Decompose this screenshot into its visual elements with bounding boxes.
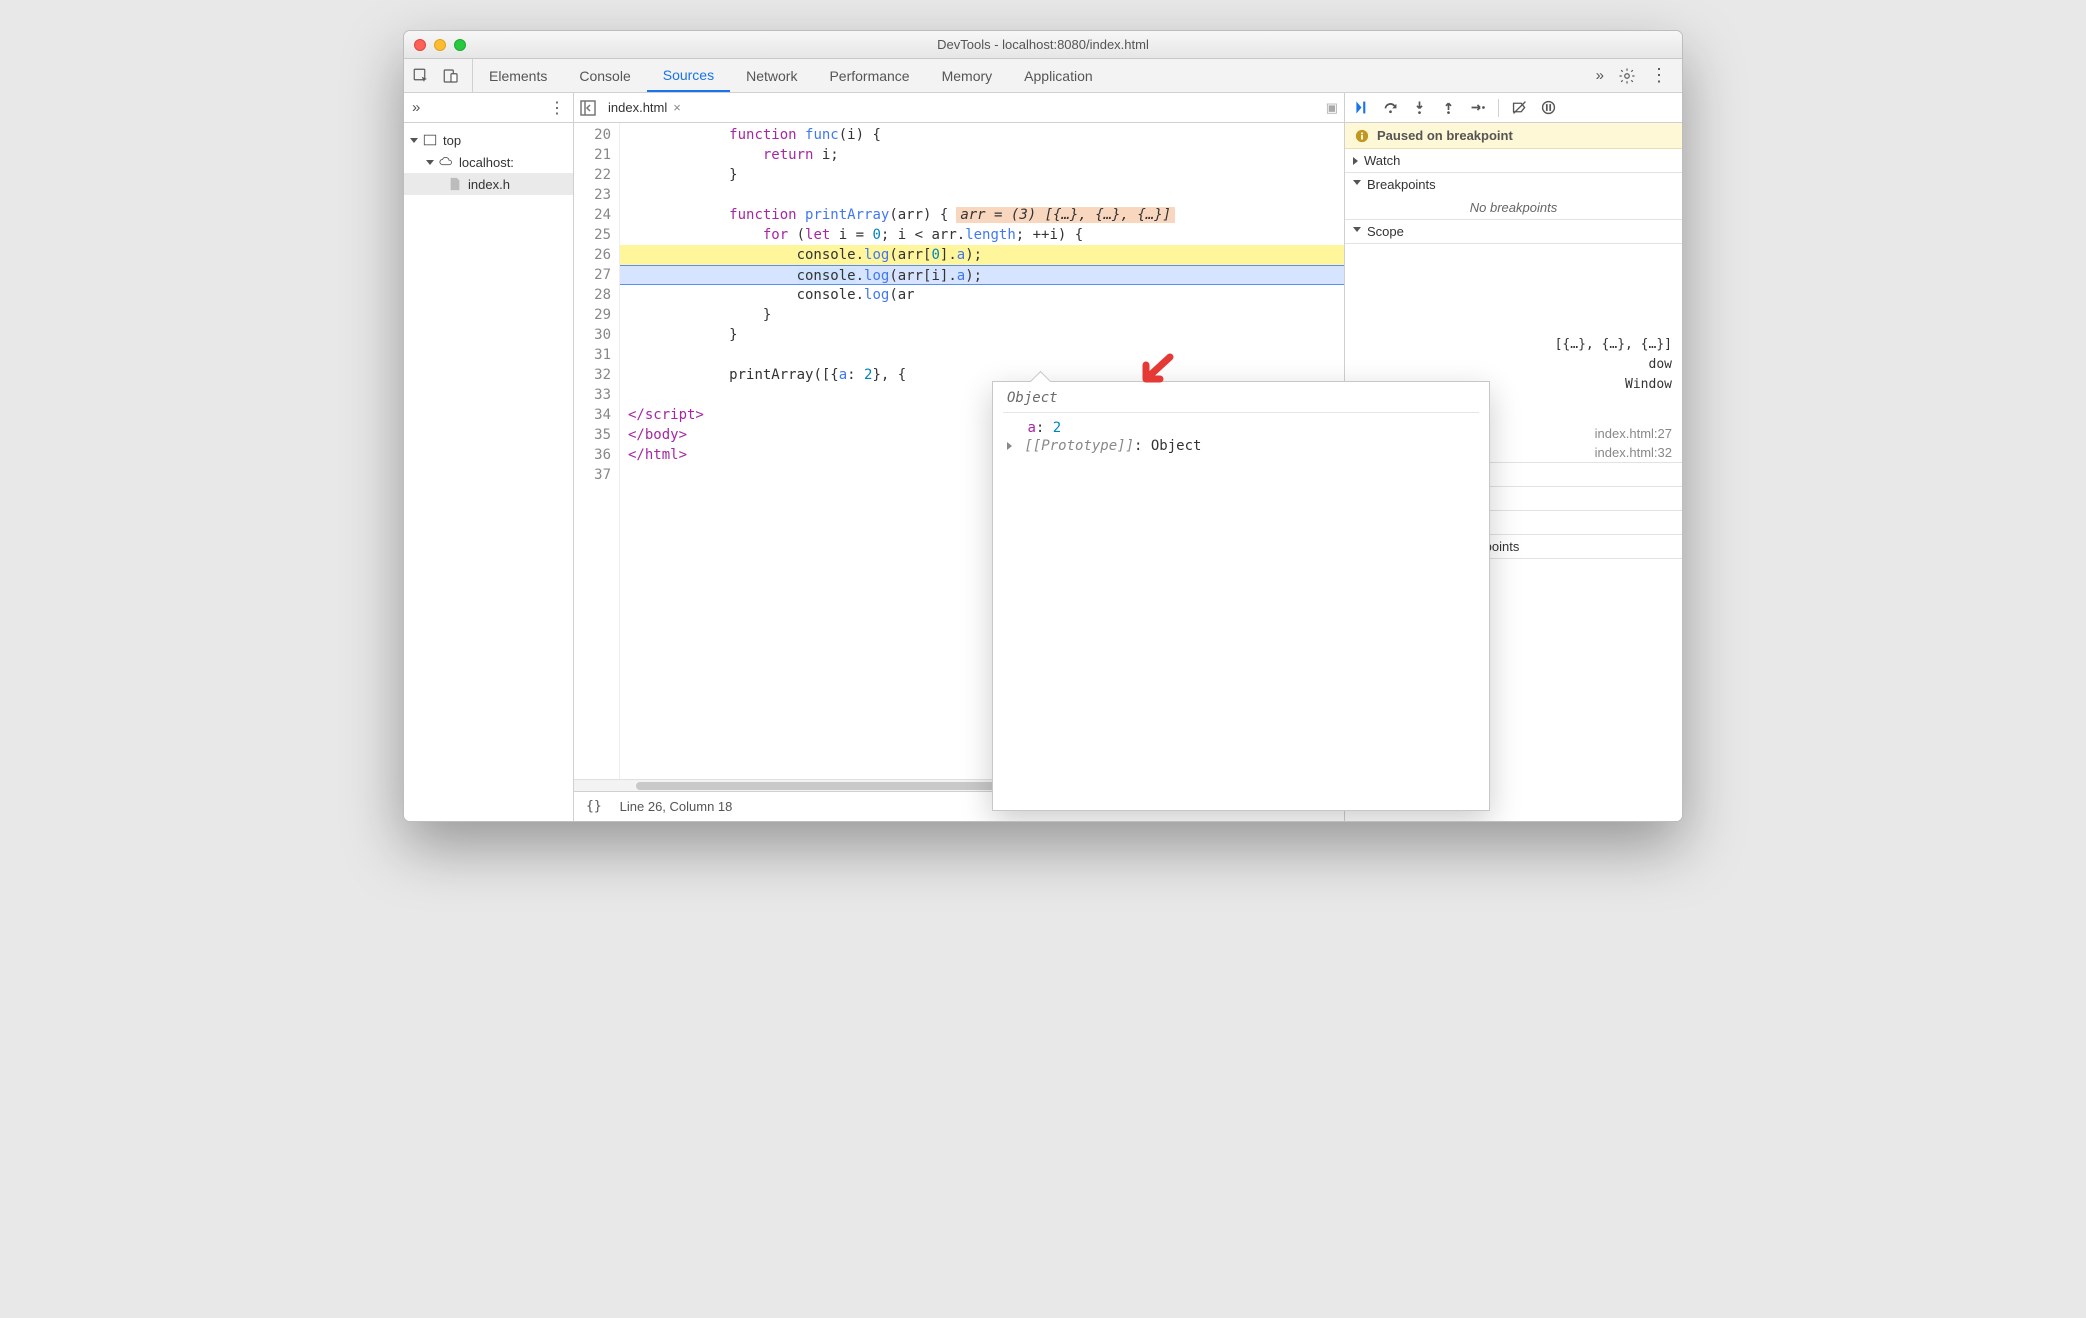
settings-gear-icon[interactable] [1618,67,1636,85]
code-line[interactable]: console.log(arr[0].a); [620,245,1344,265]
toggle-navigator-icon[interactable] [580,100,596,116]
panel-tab-application[interactable]: Application [1008,59,1109,92]
section-label: Scope [1367,224,1404,239]
inspect-tools [404,59,473,92]
panel-tab-sources[interactable]: Sources [647,59,730,92]
inline-value-hint: arr = (3) [{…}, {…}, {…}] [956,207,1175,223]
paused-text: Paused on breakpoint [1377,128,1513,143]
tree-label: index.h [468,177,510,192]
file-tab-index[interactable]: index.html × [602,93,687,122]
line-gutter: 202122232425262728293031323334353637 [574,123,620,779]
resume-icon[interactable] [1353,99,1370,116]
navigator-pane: » ⋮ top localhost: index.h [404,93,574,821]
panel-tab-elements[interactable]: Elements [473,59,563,92]
overflow-tabs-icon[interactable]: » [1596,67,1604,84]
breakpoints-section[interactable]: Breakpoints No breakpoints [1345,173,1682,220]
code-line[interactable]: } [620,305,1344,325]
tree-file-index[interactable]: index.h [404,173,573,195]
panel-tab-network[interactable]: Network [730,59,813,92]
hover-prototype[interactable]: [[Prototype]]: Object [1003,437,1479,455]
breakpoints-empty: No breakpoints [1345,196,1682,219]
code-line[interactable]: } [620,325,1344,345]
devtools-window: DevTools - localhost:8080/index.html Ele… [403,30,1683,822]
step-into-icon[interactable] [1411,99,1428,116]
kebab-menu-icon[interactable]: ⋮ [1650,65,1668,86]
scope-value-row: dow [1345,354,1672,374]
code-line[interactable]: console.log(arr[i].a); [620,265,1344,285]
navigator-kebab-icon[interactable]: ⋮ [549,98,565,118]
cursor-position: Line 26, Column 18 [620,799,733,814]
tree-label: localhost: [459,155,514,170]
device-toolbar-icon[interactable] [442,67,460,85]
tree-origin[interactable]: localhost: [404,151,573,173]
close-tab-icon[interactable]: × [673,100,681,115]
inspect-element-icon[interactable] [412,67,430,85]
code-line[interactable]: for (let i = 0; i < arr.length; ++i) { [620,225,1344,245]
pretty-print-icon[interactable]: {} [586,799,602,814]
window-title: DevTools - localhost:8080/index.html [404,37,1682,52]
panel-tab-console[interactable]: Console [563,59,646,92]
file-tabs: index.html × ▣ [574,93,1344,123]
watch-section[interactable]: Watch [1345,149,1682,173]
scope-value-row: [{…}, {…}, {…}] [1345,334,1672,354]
info-icon [1355,129,1369,143]
run-snippet-icon[interactable]: ▣ [1326,100,1338,116]
code-line[interactable]: function printArray(arr) {arr = (3) [{…}… [620,205,1344,225]
code-line[interactable]: function func(i) { [620,125,1344,145]
navigator-overflow-icon[interactable]: » [412,99,420,116]
code-line[interactable] [620,345,1344,365]
deactivate-breakpoints-icon[interactable] [1511,99,1528,116]
section-label: Watch [1364,153,1400,168]
cloud-icon [439,155,453,169]
navigator-header: » ⋮ [404,93,573,123]
debugger-toolbar [1345,93,1682,123]
file-icon [448,177,462,191]
file-tree: top localhost: index.h [404,123,573,201]
code-line[interactable] [620,185,1344,205]
code-line[interactable]: console.log(ar [620,285,1344,305]
file-tab-label: index.html [608,100,667,115]
paused-banner: Paused on breakpoint [1345,123,1682,149]
code-line[interactable]: } [620,165,1344,185]
panel-tab-performance[interactable]: Performance [813,59,925,92]
panel-tabs: ElementsConsoleSourcesNetworkPerformance… [473,59,1109,92]
code-line[interactable]: return i; [620,145,1344,165]
scope-section[interactable]: Scope [1345,220,1682,244]
step-over-icon[interactable] [1382,99,1399,116]
step-icon[interactable] [1469,99,1486,116]
panel-tabs-bar: ElementsConsoleSourcesNetworkPerformance… [404,59,1682,93]
frame-icon [423,133,437,147]
pause-on-exceptions-icon[interactable] [1540,99,1557,116]
hover-property[interactable]: a: 2 [1003,419,1479,437]
expand-icon[interactable] [1007,442,1012,450]
tree-top-frame[interactable]: top [404,129,573,151]
tree-label: top [443,133,461,148]
panel-tab-memory[interactable]: Memory [926,59,1009,92]
section-label: Breakpoints [1367,177,1436,192]
value-hover-popup: Object a: 2 [[Prototype]]: Object [992,381,1490,811]
titlebar: DevTools - localhost:8080/index.html [404,31,1682,59]
step-out-icon[interactable] [1440,99,1457,116]
hover-type: Object [1003,388,1479,413]
